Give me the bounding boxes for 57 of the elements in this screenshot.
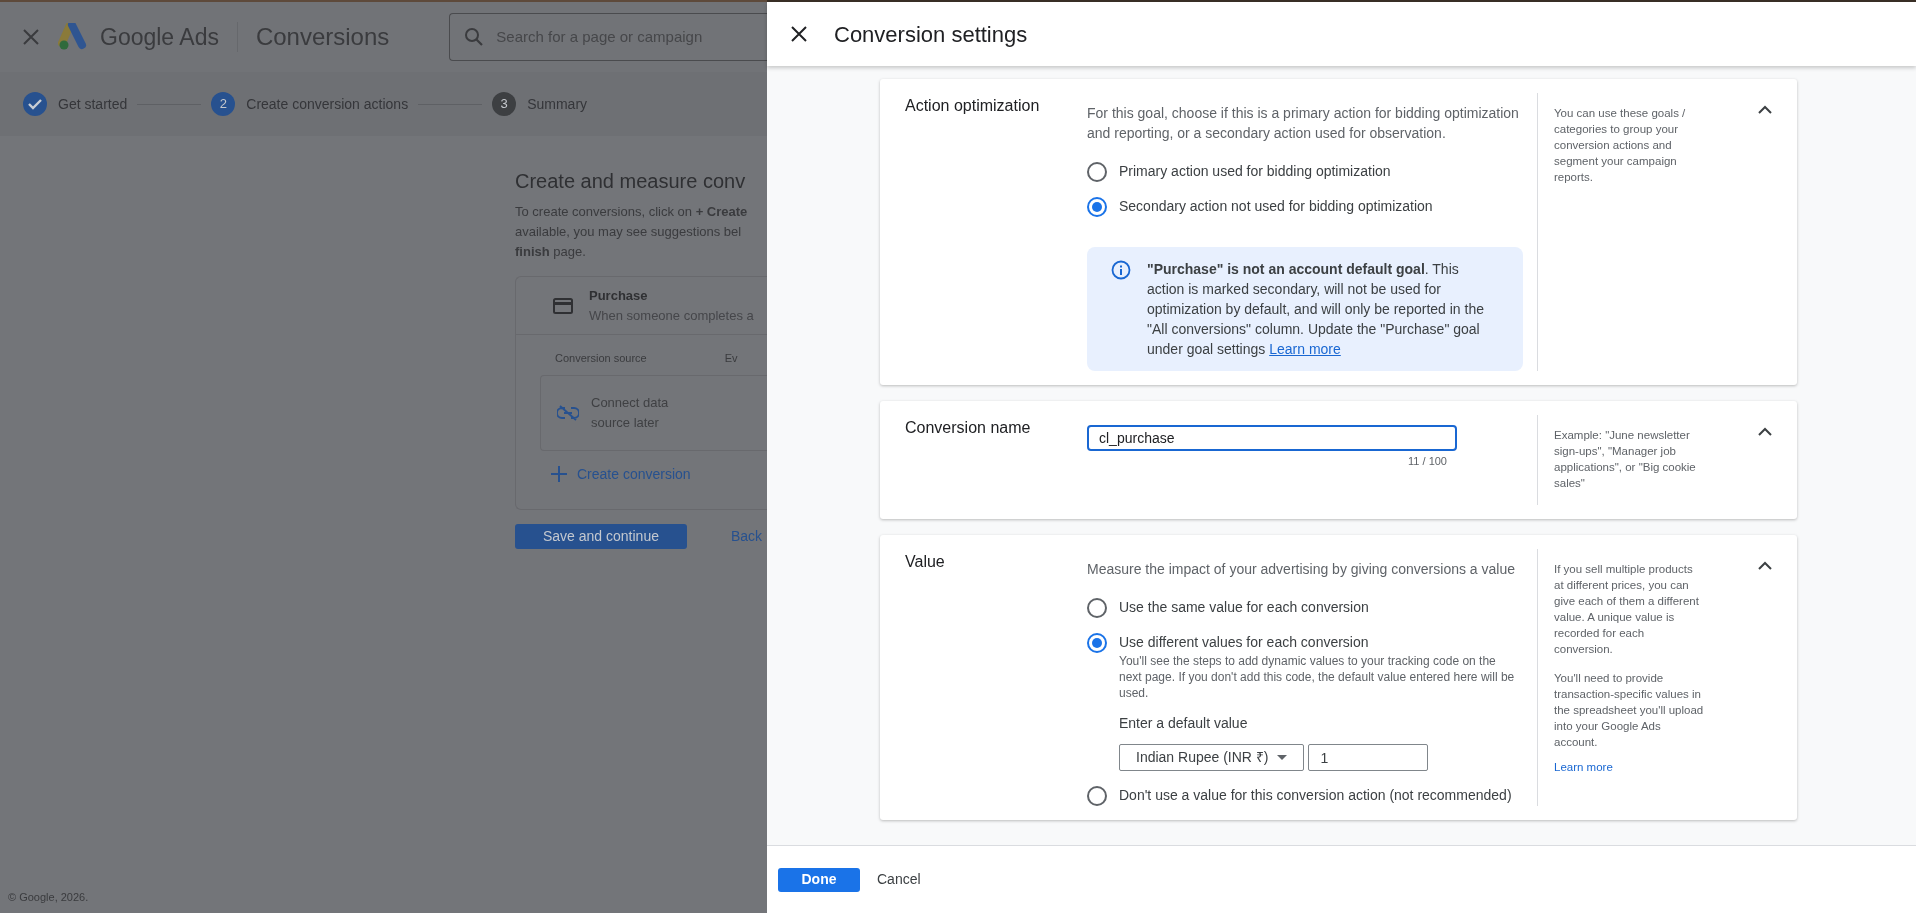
default-value-label: Enter a default value [1119,714,1249,733]
save-and-continue-button[interactable]: Save and continue [515,523,687,549]
intro-text: available, you may see suggestions bel [515,223,743,241]
product-name: Google Ads [100,22,219,52]
page-title: Conversions [255,22,390,52]
column-header: Conversion source [555,351,647,366]
page-heading: Create and measure conv [515,169,747,194]
section-description: Measure the impact of your advertising by giving conversions a value [1087,560,1516,579]
help-text: You'll need to provide transaction-specific values in the spreadsheet you'll upload into your Google Ads account. [1554,671,1704,750]
close-icon[interactable] [791,26,807,42]
done-button[interactable]: Done [778,867,860,892]
step-label: Summary [527,94,588,114]
radio-button[interactable] [1087,162,1107,182]
unlinked-chain-icon [557,404,579,421]
learn-more-link[interactable]: Learn more [1554,759,1704,777]
notice-text: "Purchase" is not an account default goal. This action is marked secondary, will not be used for optimization by default, and will only be reported in the "All conversions" column. Update the "Purchase" goal under goal settings Learn more [1147,260,1485,359]
search-icon [464,27,485,47]
radio-button[interactable] [1087,598,1107,618]
collapse-chevron-icon[interactable] [1757,105,1773,115]
intro-text: To create conversions, click on + Create [515,203,749,221]
section-title: Conversion name [905,418,1032,438]
copyright-text: © Google, 2026. [7,889,90,905]
step-label: Create conversion actions [246,94,409,114]
radio-label: Don't use a value for this conversion action (not recommended) [1119,786,1512,805]
intro-text: finish page. [515,243,587,261]
info-icon [1111,260,1131,280]
collapse-chevron-icon[interactable] [1757,427,1773,437]
panel-title: Conversion settings [834,20,1028,49]
conversion-name-input[interactable]: cl_purchase [1087,425,1457,451]
option-detail: You'll see the steps to add dynamic values to your tracking code on the next page. If you don't add this code, the default value entered here will be used. [1119,653,1516,701]
character-counter: 11 / 100 [1407,454,1447,469]
radio-button[interactable] [1087,633,1107,653]
step-label: Get started [58,94,128,114]
radio-label: Primary action used for bidding optimization [1119,162,1391,181]
radio-label: Secondary action not used for bidding optimization [1119,197,1433,216]
plus-icon [551,466,567,482]
collapse-chevron-icon[interactable] [1757,561,1773,571]
default-value-input[interactable]: 1 [1307,744,1428,771]
help-text: If you sell multiple products at different prices, you can give each of them a different value. A unique value is recorded for each conversion. [1554,562,1700,657]
radio-label: Use different values for each conversion [1119,633,1369,652]
cancel-button[interactable]: Cancel [877,869,921,890]
help-text: You can use these goals / categories to group your conversion actions and segment your campaign reports. [1554,106,1687,185]
goal-name: Purchase [589,287,649,305]
step-number: 2 [211,92,236,116]
learn-more-link[interactable]: Learn more [1269,341,1341,357]
credit-card-icon [553,297,573,314]
radio-button[interactable] [1087,197,1107,217]
dropdown-caret-icon [1276,755,1287,760]
radio-label: Use the same value for each conversion [1119,598,1369,617]
radio-button[interactable] [1087,786,1107,806]
help-text: Example: "June newsletter sign-ups", "Manager job applications", or "Big cookie sales" [1554,428,1697,491]
column-header: Ev [724,351,738,366]
section-description: For this goal, choose if this is a primary action for bidding optimization and reporting, or a secondary action used for observation. [1087,104,1520,143]
section-title: Action optimization [905,96,1041,116]
step-number: 3 [492,92,517,116]
section-title: Value [905,552,946,572]
currency-dropdown[interactable]: Indian Rupee (INR ₹) [1119,744,1304,771]
